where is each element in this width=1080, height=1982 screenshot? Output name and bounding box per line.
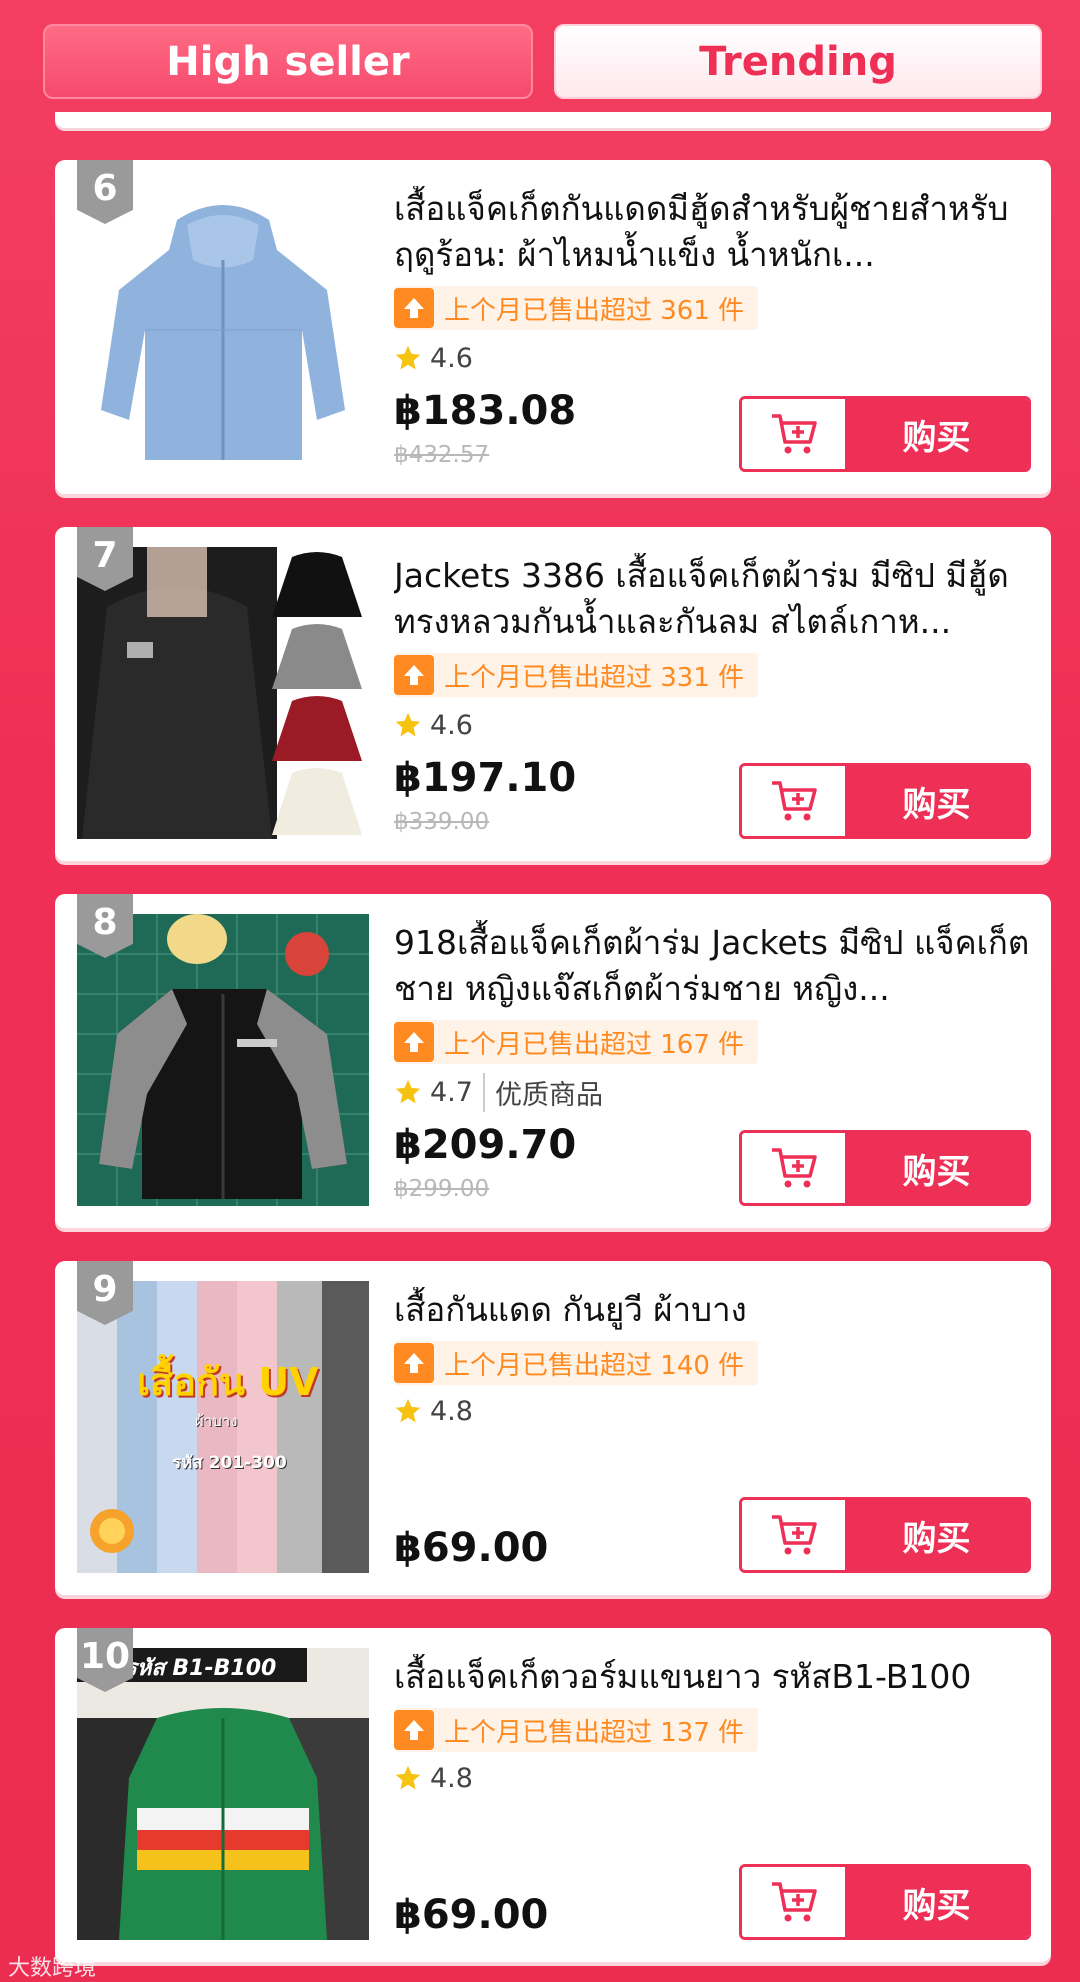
thumb-overlay-code: รหัส 201-300 bbox=[172, 1453, 287, 1473]
product-title[interactable]: Jackets 3386 เสื้อแจ็คเก็ตผ้าร่ม มีซิป ม… bbox=[394, 553, 1034, 645]
rating-value: 4.8 bbox=[430, 1762, 473, 1794]
sold-count-badge: 上个月已售出超过 331 件 bbox=[394, 653, 759, 697]
buy-button[interactable]: 购买 bbox=[739, 1864, 1031, 1940]
original-price: ฿432.57 bbox=[394, 442, 490, 468]
price: ฿183.08 bbox=[394, 388, 577, 434]
rating-value: 4.6 bbox=[430, 709, 473, 741]
product-card[interactable]: 8 918เสื้อแจ็คเก็ตผ้าร่ม Jackets มีซิป แ… bbox=[55, 894, 1051, 1228]
product-image[interactable]: เสื้อกัน UV ผ้าบาง รหัส 201-300 bbox=[77, 1281, 369, 1573]
add-to-cart-button[interactable] bbox=[742, 1500, 845, 1570]
buy-button[interactable]: 购买 bbox=[739, 1130, 1031, 1206]
add-to-cart-button[interactable] bbox=[742, 766, 845, 836]
product-card[interactable]: 7 Jackets 3386 เสื้อแจ็คเก็ตผ้าร่ม มีซิป… bbox=[55, 527, 1051, 861]
product-title[interactable]: เสื้อแจ็คเก็ตวอร์มแขนยาว รหัสB1-B100 bbox=[394, 1654, 1034, 1700]
thumb-overlay-code: รหัส B1-B100 bbox=[125, 1656, 277, 1681]
original-price: ฿299.00 bbox=[394, 1176, 490, 1202]
sold-count-text: 上个月已售出超过 140 件 bbox=[444, 1350, 745, 1381]
buy-label[interactable]: 购买 bbox=[845, 1133, 1028, 1203]
buy-label[interactable]: 购买 bbox=[845, 766, 1028, 836]
cart-icon bbox=[771, 1515, 817, 1555]
product-image[interactable] bbox=[77, 547, 369, 839]
price: ฿69.00 bbox=[394, 1892, 549, 1938]
rating: 4.6 bbox=[394, 705, 473, 745]
buy-label[interactable]: 购买 bbox=[845, 1867, 1028, 1937]
add-to-cart-button[interactable] bbox=[742, 399, 845, 469]
sold-count-badge: 上个月已售出超过 137 件 bbox=[394, 1708, 759, 1752]
original-price: ฿339.00 bbox=[394, 809, 490, 835]
star-icon bbox=[395, 345, 421, 370]
previous-card-edge bbox=[55, 112, 1051, 128]
sold-count-badge: 上个月已售出超过 167 件 bbox=[394, 1020, 759, 1064]
rating-value: 4.7 bbox=[430, 1076, 473, 1108]
arrow-up-icon bbox=[394, 1022, 434, 1062]
tab-high-seller[interactable]: High seller bbox=[43, 24, 533, 99]
product-card[interactable]: รหัส B1-B100 10 เสื้อแจ็คเก็ตวอร์มแขนยาว… bbox=[55, 1628, 1051, 1962]
product-card[interactable]: 6 เสื้อแจ็คเก็ตกันแดดมีฮู้ดสำหรับผู้ชายส… bbox=[55, 160, 1051, 494]
tab-bar: High seller Trending bbox=[0, 0, 1080, 120]
rating: 4.8 bbox=[394, 1391, 473, 1431]
cart-icon bbox=[771, 781, 817, 821]
star-icon bbox=[395, 1398, 421, 1423]
star-icon bbox=[395, 712, 421, 737]
tab-trending[interactable]: Trending bbox=[554, 24, 1042, 99]
product-image[interactable] bbox=[77, 914, 369, 1206]
add-to-cart-button[interactable] bbox=[742, 1867, 845, 1937]
sold-count-text: 上个月已售出超过 331 件 bbox=[444, 662, 745, 693]
product-title[interactable]: 918เสื้อแจ็คเก็ตผ้าร่ม Jackets มีซิป แจ็… bbox=[394, 920, 1034, 1012]
star-icon bbox=[395, 1079, 421, 1104]
product-title[interactable]: เสื้อกันแดด กันยูวี ผ้าบาง bbox=[394, 1287, 1034, 1333]
watermark: 大数跨境 bbox=[8, 1956, 97, 1981]
rating-value: 4.6 bbox=[430, 342, 473, 374]
sold-count-text: 上个月已售出超过 361 件 bbox=[444, 295, 745, 326]
arrow-up-icon bbox=[394, 1343, 434, 1383]
price: ฿209.70 bbox=[394, 1122, 577, 1168]
arrow-up-icon bbox=[394, 655, 434, 695]
page: High seller Trending 6 เสื้อแจ็คเก็ตกันแ… bbox=[0, 0, 1080, 1982]
buy-button[interactable]: 购买 bbox=[739, 396, 1031, 472]
cart-icon bbox=[771, 414, 817, 454]
sold-count-text: 上个月已售出超过 167 件 bbox=[444, 1029, 745, 1060]
sold-count-badge: 上个月已售出超过 361 件 bbox=[394, 286, 759, 330]
rating: 4.7 优质商品 bbox=[394, 1072, 603, 1112]
quality-badge: 优质商品 bbox=[482, 1072, 603, 1112]
product-title[interactable]: เสื้อแจ็คเก็ตกันแดดมีฮู้ดสำหรับผู้ชายสำห… bbox=[394, 186, 1034, 278]
sold-count-text: 上个月已售出超过 137 件 bbox=[444, 1717, 745, 1748]
thumb-overlay-subtext: ผ้าบาง bbox=[195, 1412, 238, 1430]
price: ฿197.10 bbox=[394, 755, 577, 801]
add-to-cart-button[interactable] bbox=[742, 1133, 845, 1203]
buy-label[interactable]: 购买 bbox=[845, 399, 1028, 469]
buy-label[interactable]: 购买 bbox=[845, 1500, 1028, 1570]
rating: 4.8 bbox=[394, 1758, 473, 1798]
product-image[interactable]: รหัส B1-B100 bbox=[77, 1648, 369, 1940]
rating-value: 4.8 bbox=[430, 1395, 473, 1427]
rating: 4.6 bbox=[394, 338, 473, 378]
thumb-overlay-text: เสื้อกัน UV bbox=[137, 1360, 319, 1404]
arrow-up-icon bbox=[394, 1710, 434, 1750]
arrow-up-icon bbox=[394, 288, 434, 328]
star-icon bbox=[395, 1765, 421, 1790]
cart-icon bbox=[771, 1148, 817, 1188]
product-card[interactable]: เสื้อกัน UV ผ้าบาง รหัส 201-300 9 เสื้อก… bbox=[55, 1261, 1051, 1595]
buy-button[interactable]: 购买 bbox=[739, 763, 1031, 839]
price: ฿69.00 bbox=[394, 1525, 549, 1571]
product-image[interactable] bbox=[77, 180, 369, 472]
cart-icon bbox=[771, 1882, 817, 1922]
sold-count-badge: 上个月已售出超过 140 件 bbox=[394, 1341, 759, 1385]
buy-button[interactable]: 购买 bbox=[739, 1497, 1031, 1573]
